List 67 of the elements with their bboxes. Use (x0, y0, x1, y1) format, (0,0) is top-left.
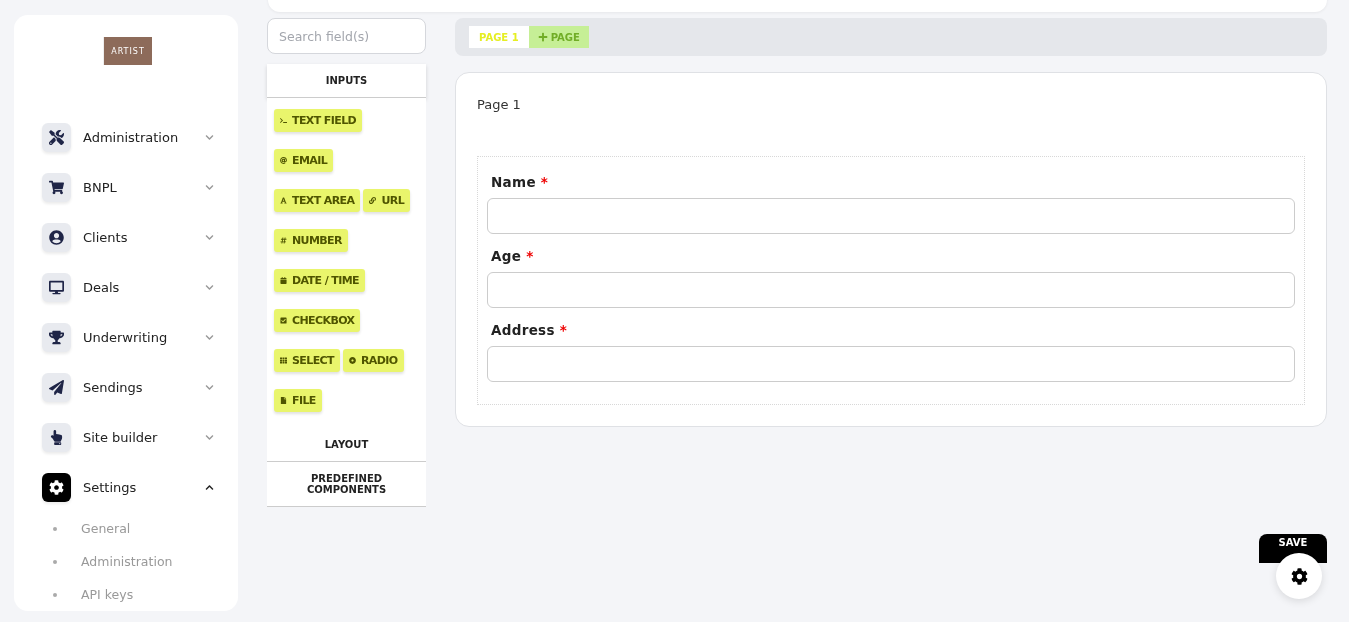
hash-icon (280, 237, 287, 244)
field-type-chip[interactable]: URL (363, 189, 411, 212)
field-type-chip[interactable]: DATE / TIME (274, 269, 365, 292)
settings-button[interactable] (1276, 553, 1322, 599)
field-label: Age * (491, 248, 535, 264)
settings-icon (42, 472, 71, 502)
link-icon (369, 197, 377, 204)
monitor-icon (42, 272, 71, 302)
file-icon (280, 397, 287, 404)
sidebar-item-label: Sendings (83, 379, 144, 395)
section-header[interactable]: INPUTS (267, 64, 426, 98)
checkbox-icon (280, 317, 287, 324)
sidebar-item-label: Deals (83, 279, 121, 295)
sidebar-item-label: Settings (83, 479, 138, 495)
input-field[interactable] (487, 346, 1295, 382)
field-type-chip[interactable]: SELECT (274, 349, 340, 372)
sidebar-item[interactable]: Underwriting (42, 312, 214, 362)
radio-icon (348, 357, 356, 364)
field-type-chip[interactable]: CHECKBOX (274, 309, 361, 332)
logo: ARTIST (103, 37, 152, 65)
chevron-down-icon (205, 282, 214, 292)
chevron-down-icon (205, 182, 214, 192)
input-field[interactable] (487, 272, 1295, 308)
search-field[interactable]: Search field(s) (267, 18, 426, 54)
sidebar-item-label: Site builder (83, 429, 159, 445)
chevron-down-icon (205, 132, 214, 142)
letter-icon (280, 197, 287, 204)
field-type-chip[interactable]: RADIO (342, 349, 404, 372)
chevron-up-icon (205, 482, 214, 492)
field-type-chip[interactable]: FILE (274, 389, 322, 412)
cart-icon (42, 172, 71, 202)
field-type-chip[interactable]: EMAIL (274, 149, 334, 172)
trophy-icon (42, 322, 71, 352)
chevron-down-icon (205, 332, 214, 342)
sidebar-item[interactable]: BNPL (42, 162, 214, 212)
grid-icon (280, 357, 287, 364)
page-title: Page 1 (477, 97, 522, 112)
paper-plane-icon (42, 372, 71, 402)
terminal-icon (280, 117, 287, 124)
sidebar-item[interactable]: Site builder (42, 412, 214, 462)
chevron-down-icon (205, 382, 214, 392)
sidebar-item[interactable]: Clients (42, 212, 214, 262)
section-header[interactable]: LAYOUT (267, 428, 426, 462)
sidebar-item[interactable]: Administration (42, 112, 214, 162)
chevron-down-icon (205, 232, 214, 242)
at-icon (280, 157, 287, 164)
field-label: Address * (491, 322, 569, 338)
sidebar-item-label: Underwriting (83, 329, 169, 345)
chevron-down-icon (205, 432, 214, 442)
plus-icon (537, 32, 548, 42)
sidebar-item-label: Clients (83, 229, 129, 245)
user-icon (42, 222, 71, 252)
calendar-icon (280, 277, 287, 284)
field-type-chip[interactable]: NUMBER (274, 229, 348, 252)
sidebar-item[interactable]: Sendings (42, 362, 214, 412)
field-type-chip[interactable]: TEXT AREA (274, 189, 361, 212)
tools-icon (42, 122, 71, 152)
hand-pointer-icon (42, 422, 71, 452)
gear-icon (1290, 567, 1308, 585)
sidebar-item-label: BNPL (83, 179, 118, 195)
field-label: Name * (491, 174, 550, 190)
sidebar-item-label: Administration (83, 129, 180, 145)
input-field[interactable] (487, 198, 1295, 234)
field-type-chip[interactable]: TEXT FIELD (274, 109, 363, 132)
section-header[interactable]: PREDEFINED COMPONENTS (267, 462, 426, 507)
sidebar-item[interactable]: Settings (42, 462, 214, 512)
sidebar-item[interactable]: Deals (42, 262, 214, 312)
